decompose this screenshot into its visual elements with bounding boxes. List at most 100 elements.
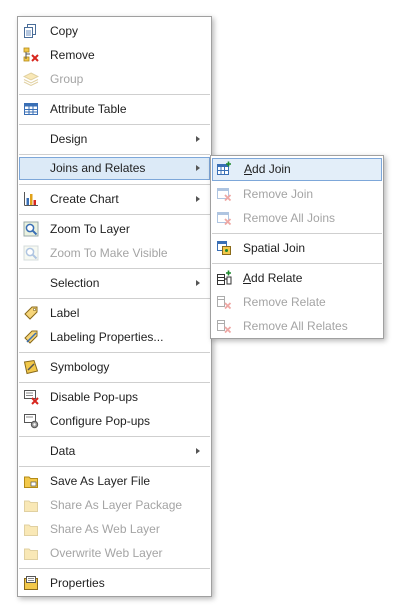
menu-item-symbology[interactable]: Symbology bbox=[19, 356, 210, 379]
menu-item-label: Zoom To Make Visible bbox=[50, 246, 168, 260]
menu-separator bbox=[19, 466, 210, 467]
menu-item-label: Disable Pop-ups bbox=[50, 390, 139, 404]
menu-item-label-rest: dd Join bbox=[252, 162, 291, 176]
remove-all-joins-icon bbox=[216, 210, 232, 226]
group-icon bbox=[22, 71, 40, 87]
menu-item-label: Remove All Relates bbox=[243, 319, 348, 333]
zoom-visible-icon bbox=[23, 245, 39, 261]
menu-item-label: Attribute Table bbox=[50, 102, 127, 116]
menu-item-label: Design bbox=[50, 132, 88, 146]
menu-item-label: Add Join bbox=[244, 162, 291, 177]
menu-item-label: Remove bbox=[50, 48, 95, 62]
copy-icon bbox=[23, 23, 39, 39]
menu-item-spatial-join[interactable]: Spatial Join bbox=[212, 237, 382, 260]
menu-item-label-rest: dd Relate bbox=[251, 271, 303, 285]
menu-item-label: Create Chart bbox=[50, 192, 119, 206]
menu-separator bbox=[212, 263, 382, 264]
accelerator-key: A bbox=[243, 271, 252, 285]
menu-item-remove-all-joins[interactable]: Remove All Joins bbox=[212, 207, 382, 230]
remove-icon bbox=[23, 47, 39, 63]
labeling-properties-icon bbox=[23, 329, 39, 345]
menu-item-label: Remove All Joins bbox=[243, 211, 336, 225]
menu-item-label: Zoom To Layer bbox=[50, 222, 130, 236]
submenu-arrow-icon bbox=[196, 165, 200, 171]
menu-item-label: Group bbox=[50, 72, 84, 86]
menu-item-share-as-layer-package[interactable]: Share As Layer Package bbox=[19, 494, 210, 517]
label-icon bbox=[23, 305, 39, 321]
menu-item-label: Data bbox=[50, 444, 76, 458]
menu-separator bbox=[19, 214, 210, 215]
chart-icon bbox=[23, 191, 39, 207]
layer-package-icon bbox=[23, 497, 39, 513]
menu-item-share-as-web-layer[interactable]: Share As Web Layer bbox=[19, 518, 210, 541]
menu-item-overwrite-web-layer[interactable]: Overwrite Web Layer bbox=[19, 542, 210, 565]
accelerator-key: A bbox=[244, 162, 253, 176]
menu-separator bbox=[19, 382, 210, 383]
add-join-icon bbox=[216, 161, 232, 177]
menu-separator bbox=[19, 298, 210, 299]
menu-item-label: Symbology bbox=[50, 360, 110, 374]
menu-separator bbox=[19, 184, 210, 185]
menu-item-add-join[interactable]: Add Join bbox=[212, 158, 382, 181]
menu-separator bbox=[19, 352, 210, 353]
menu-item-label: Properties bbox=[50, 576, 105, 590]
menu-separator bbox=[212, 233, 382, 234]
layer-file-icon bbox=[23, 473, 39, 489]
properties-icon bbox=[23, 575, 39, 591]
menu-item-save-as-layer-file[interactable]: Save As Layer File bbox=[19, 470, 210, 493]
menu-item-label-text: Label bbox=[50, 306, 80, 320]
menu-item-label: Share As Web Layer bbox=[50, 522, 160, 536]
menu-separator bbox=[19, 268, 210, 269]
layer-context-menu: Copy Remove Group Attribute Table Design… bbox=[17, 16, 212, 597]
menu-item-design[interactable]: Design bbox=[19, 128, 210, 151]
zoom-icon bbox=[23, 221, 39, 237]
menu-item-label: Selection bbox=[50, 276, 100, 290]
menu-separator bbox=[19, 568, 210, 569]
menu-item-copy[interactable]: Copy bbox=[19, 20, 210, 43]
configure-popups-icon bbox=[23, 413, 39, 429]
menu-item-label: Joins and Relates bbox=[50, 161, 146, 175]
menu-item-configure-popups[interactable]: Configure Pop-ups bbox=[19, 410, 210, 433]
menu-item-data[interactable]: Data bbox=[19, 440, 210, 463]
menu-item-properties[interactable]: Properties bbox=[19, 572, 210, 595]
menu-item-group[interactable]: Group bbox=[19, 68, 210, 91]
menu-item-selection[interactable]: Selection bbox=[19, 272, 210, 295]
menu-separator bbox=[19, 436, 210, 437]
menu-item-create-chart[interactable]: Create Chart bbox=[19, 188, 210, 211]
add-relate-icon bbox=[216, 270, 232, 286]
submenu-arrow-icon bbox=[196, 136, 200, 142]
menu-item-disable-popups[interactable]: Disable Pop-ups bbox=[19, 386, 210, 409]
menu-separator bbox=[19, 154, 210, 155]
submenu-arrow-icon bbox=[196, 280, 200, 286]
submenu-arrow-icon bbox=[196, 448, 200, 454]
menu-separator bbox=[19, 94, 210, 95]
menu-item-labeling-properties[interactable]: Labeling Properties... bbox=[19, 326, 210, 349]
menu-item-label: Spatial Join bbox=[243, 241, 306, 255]
joins-relates-submenu: Add Join Remove Join Remove All Joins Sp… bbox=[210, 155, 384, 339]
menu-separator bbox=[19, 124, 210, 125]
menu-item-remove-join[interactable]: Remove Join bbox=[212, 183, 382, 206]
remove-all-relates-icon bbox=[216, 318, 232, 334]
menu-item-remove[interactable]: Remove bbox=[19, 44, 210, 67]
menu-item-zoom-to-layer[interactable]: Zoom To Layer bbox=[19, 218, 210, 241]
disable-popups-icon bbox=[23, 389, 39, 405]
menu-item-label: Configure Pop-ups bbox=[50, 414, 151, 428]
symbology-icon bbox=[23, 359, 39, 375]
menu-item-label: Remove Join bbox=[243, 187, 314, 201]
remove-join-icon bbox=[216, 186, 232, 202]
menu-item-label: Labeling Properties... bbox=[50, 330, 164, 344]
menu-item-label: Save As Layer File bbox=[50, 474, 151, 488]
menu-item-label: Add Relate bbox=[243, 271, 302, 286]
menu-item-label: Remove Relate bbox=[243, 295, 326, 309]
submenu-arrow-icon bbox=[196, 196, 200, 202]
menu-item-label[interactable]: Label bbox=[19, 302, 210, 325]
menu-item-label: Share As Layer Package bbox=[50, 498, 183, 512]
remove-relate-icon bbox=[216, 294, 232, 310]
menu-item-remove-relate[interactable]: Remove Relate bbox=[212, 291, 382, 314]
web-layer-icon bbox=[23, 521, 39, 537]
menu-item-add-relate[interactable]: Add Relate bbox=[212, 267, 382, 290]
menu-item-remove-all-relates[interactable]: Remove All Relates bbox=[212, 315, 382, 338]
menu-item-zoom-to-make-visible[interactable]: Zoom To Make Visible bbox=[19, 242, 210, 265]
menu-item-attribute-table[interactable]: Attribute Table bbox=[19, 98, 210, 121]
menu-item-joins-and-relates[interactable]: Joins and Relates bbox=[19, 157, 210, 180]
